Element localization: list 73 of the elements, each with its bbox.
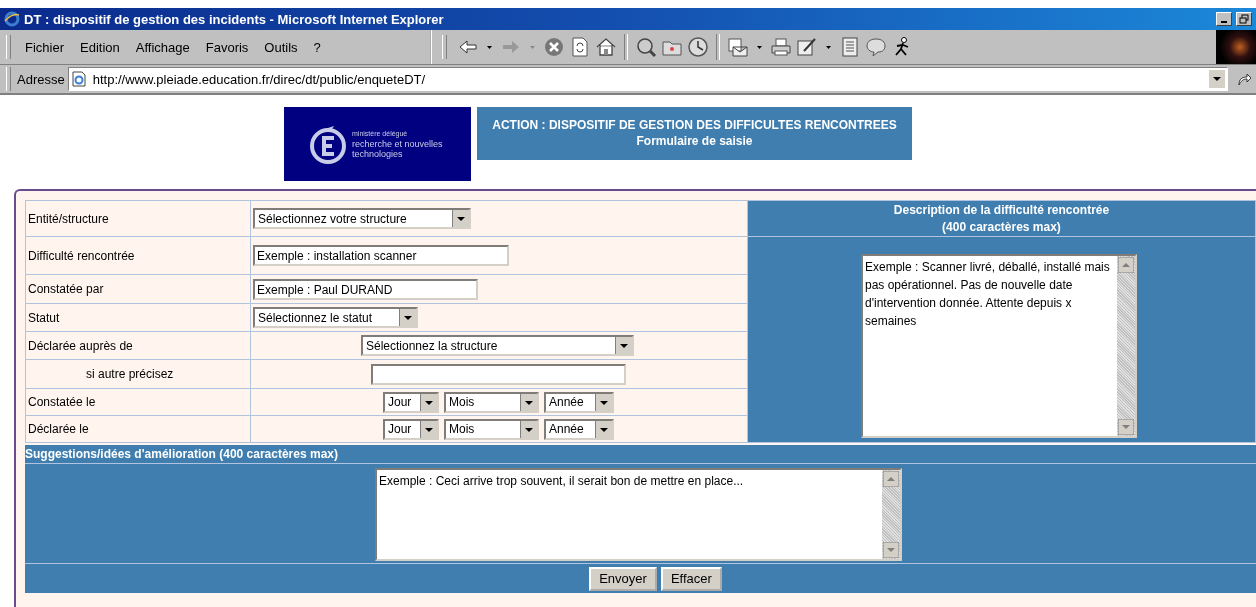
field-label: Constatée par xyxy=(28,282,104,296)
dropdown[interactable]: Année xyxy=(544,418,614,440)
text-field[interactable]: Exemple : Paul DURAND xyxy=(253,278,478,300)
menu-item[interactable]: Favoris xyxy=(197,39,257,55)
logo-text: recherche et nouvelles xyxy=(352,139,443,149)
text-field[interactable]: Exemple : installation scanner xyxy=(253,245,509,266)
dropdown[interactable]: Année xyxy=(544,391,614,413)
field-label: Déclarée auprès de xyxy=(28,338,133,353)
dropdown-arrow-icon[interactable] xyxy=(595,393,612,411)
description-textarea[interactable]: Exemple : Scanner livré, déballé, installé mais pas opérationnel. Pas de nouvelle date d'intervention donnée. Attente depuis x semaines xyxy=(861,254,1137,438)
mail-icon[interactable] xyxy=(727,36,749,58)
home-icon[interactable] xyxy=(595,36,617,58)
scroll-up-icon[interactable] xyxy=(883,471,899,487)
dropdown[interactable]: Mois xyxy=(444,391,539,413)
dropdown[interactable]: Sélectionnez la structure xyxy=(361,335,634,356)
restore-icon xyxy=(1239,14,1249,24)
text-field[interactable] xyxy=(371,363,626,385)
form-button[interactable]: Envoyer xyxy=(589,566,657,591)
scroll-down-icon[interactable] xyxy=(1118,419,1134,435)
menu-item[interactable]: Edition xyxy=(72,39,128,55)
dropdown[interactable]: Jour xyxy=(383,418,439,440)
banner-subtitle: Formulaire de saisie xyxy=(636,133,753,149)
window-title: DT : dispositif de gestion des incidents - Microsoft Internet Explorer xyxy=(24,11,444,27)
section-subtitle: (400 caractères max) xyxy=(941,218,1062,236)
dropdown-arrow-icon[interactable] xyxy=(399,309,416,326)
minimize-icon xyxy=(1221,21,1227,23)
suggestions-textarea[interactable]: Exemple : Ceci arrive trop souvent, il serait bon de mettre en place... xyxy=(375,468,902,561)
scroll-down-icon[interactable] xyxy=(883,542,899,558)
field-label: si autre précisez xyxy=(86,367,174,381)
section-title: Description de la difficulté rencontrée xyxy=(892,201,1111,219)
dropdown-arrow-icon[interactable] xyxy=(452,210,469,227)
logo-text: technologies xyxy=(352,149,404,159)
address-field[interactable]: http://www.pleiade.education.fr/direc/dt/public/enqueteDT/ xyxy=(67,67,1228,91)
field-label: Déclarée le xyxy=(28,422,89,436)
field-label: Difficulté rencontrée xyxy=(28,248,135,263)
browser-icon xyxy=(4,11,20,27)
scrollbar[interactable] xyxy=(1117,256,1135,436)
address-label: Adresse xyxy=(17,71,65,87)
dropdown-arrow-icon[interactable] xyxy=(420,420,437,438)
field-label: Constatée le xyxy=(28,395,96,409)
form-button[interactable]: Effacer xyxy=(660,566,722,591)
field-label: Statut xyxy=(28,310,60,325)
printer-icon[interactable] xyxy=(770,36,792,58)
document-icon[interactable] xyxy=(839,36,861,58)
dropdown[interactable]: Sélectionnez le statut xyxy=(253,307,418,328)
history-icon[interactable] xyxy=(687,36,709,58)
dropdown-arrow-icon[interactable] xyxy=(595,420,612,438)
menu-item[interactable]: Affichage xyxy=(127,39,198,55)
menu-item[interactable]: Fichier xyxy=(17,39,72,55)
dropdown-arrow-icon[interactable] xyxy=(520,393,537,411)
scrollbar[interactable] xyxy=(882,470,900,559)
page-icon xyxy=(70,71,87,87)
dropdown-arrow-icon[interactable] xyxy=(615,337,632,354)
dropdown-arrow-icon[interactable] xyxy=(520,420,537,438)
edit-icon[interactable] xyxy=(796,36,818,58)
stop-icon[interactable] xyxy=(543,36,565,58)
minimize-button[interactable] xyxy=(1216,12,1232,26)
emblem-icon xyxy=(308,124,348,164)
menu-item[interactable]: ? xyxy=(305,39,329,55)
field-label: Entité/structure xyxy=(28,211,109,226)
dropdown[interactable]: Jour xyxy=(383,391,439,413)
go-arrow-icon[interactable] xyxy=(1236,71,1252,87)
speech-bubble-icon[interactable] xyxy=(865,36,887,58)
dropdown[interactable]: Sélectionnez votre structure xyxy=(253,208,471,229)
search-icon[interactable] xyxy=(635,36,657,58)
dropdown[interactable]: Mois xyxy=(444,418,539,440)
scroll-up-icon[interactable] xyxy=(1118,257,1134,273)
refresh-icon[interactable] xyxy=(569,36,591,58)
section-title: Suggestions/idées d'amélioration (400 caractères max) xyxy=(25,447,338,461)
restore-button[interactable] xyxy=(1236,12,1252,26)
menu-item[interactable]: Outils xyxy=(256,39,306,55)
dropdown-arrow-icon[interactable] xyxy=(420,393,437,411)
banner-title: ACTION : DISPOSITIF DE GESTION DES DIFFICULTES RENCONTREES xyxy=(492,117,897,133)
